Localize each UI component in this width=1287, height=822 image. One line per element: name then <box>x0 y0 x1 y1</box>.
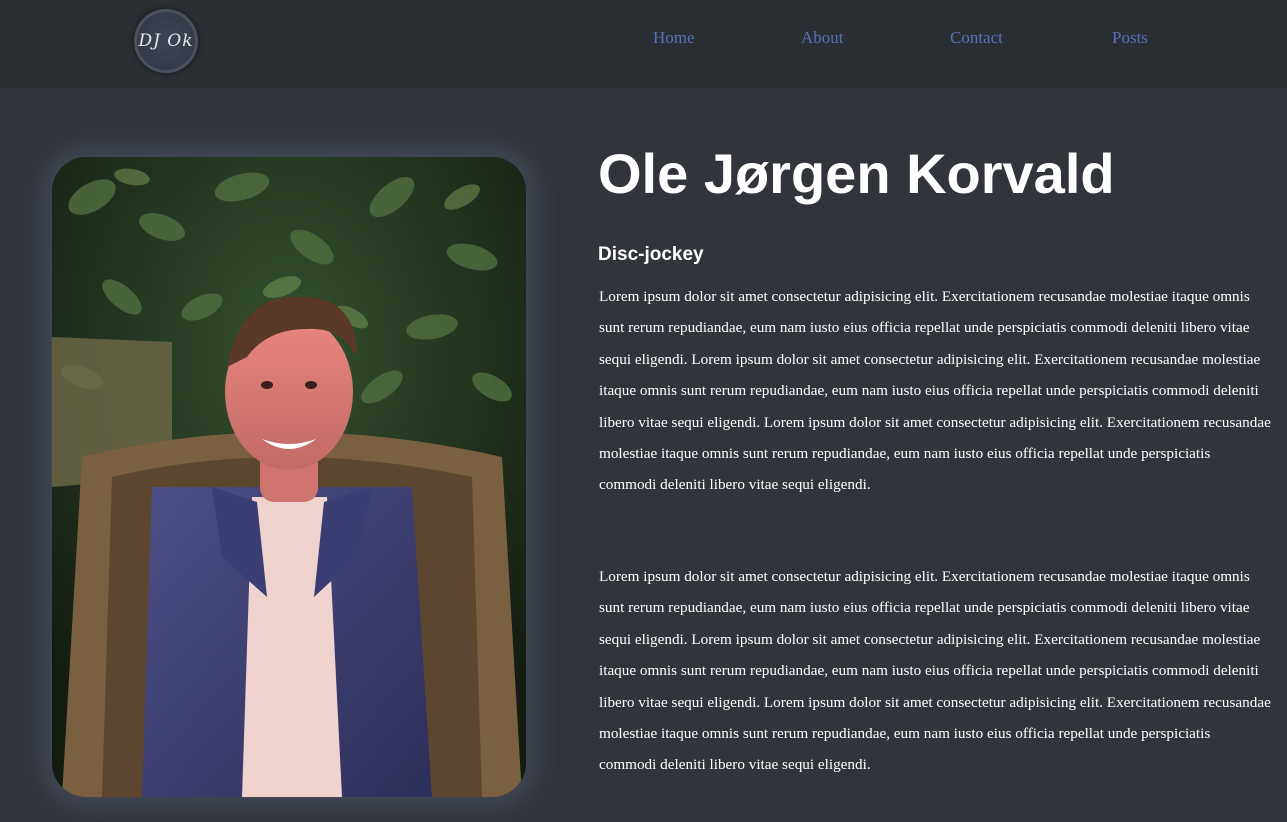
profile-photo <box>52 157 526 797</box>
nav-link-contact[interactable]: Contact <box>950 28 1003 48</box>
profile-photo-illustration <box>52 157 526 797</box>
nav-link-posts[interactable]: Posts <box>1112 28 1148 48</box>
dj-ok-logo-icon: DJ Ok <box>138 31 194 51</box>
profile-role: Disc-jockey <box>598 244 704 265</box>
logo-link[interactable]: DJ Ok <box>134 9 198 73</box>
bio-paragraph-2: Lorem ipsum dolor sit amet consectetur a… <box>599 568 1271 774</box>
bio-paragraph-1: Lorem ipsum dolor sit amet consectetur a… <box>599 288 1271 494</box>
site-header: DJ Ok Home About Contact Posts <box>0 0 1287 88</box>
nav-link-home[interactable]: Home <box>653 28 695 48</box>
profile-name: Ole Jørgen Korvald <box>598 142 1115 205</box>
nav-link-about[interactable]: About <box>801 28 844 48</box>
